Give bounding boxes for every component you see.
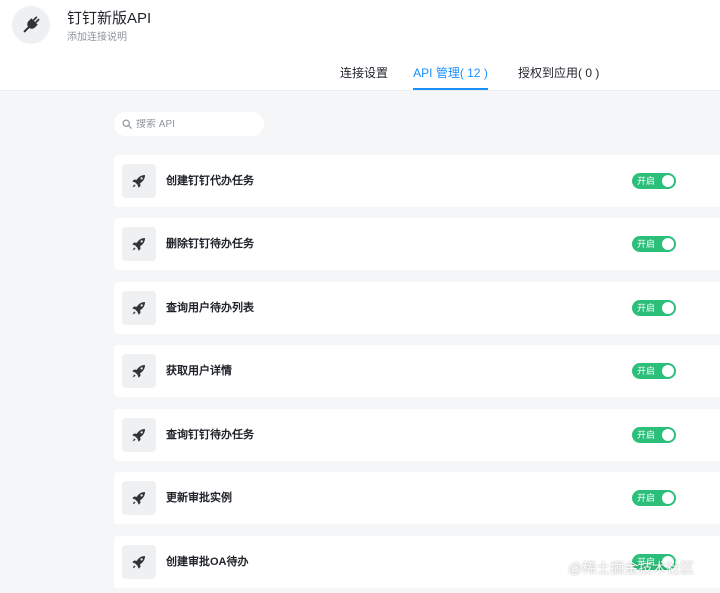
api-row[interactable]: 获取用户详情 开启 [114,345,720,397]
toggle-knob [662,302,674,314]
api-row[interactable]: 查询钉钉待办任务 开启 [114,409,720,461]
api-enable-toggle[interactable]: 开启 [632,490,676,506]
api-enable-toggle[interactable]: 开启 [632,363,676,379]
toggle-label: 开启 [637,239,656,249]
toggle-knob [662,492,674,504]
rocket-icon [132,302,145,315]
api-row[interactable]: 删除钉钉待办任务 开启 [114,218,720,270]
toggle-label: 开启 [637,303,656,313]
plug-icon [23,16,40,33]
api-name: 获取用户详情 [166,365,232,377]
api-name: 查询钉钉待办任务 [166,429,254,441]
toggle-knob [662,238,674,250]
tab-bar: 连接设置 API 管理( 12 ) 授权到应用( 0 ) [0,58,720,91]
api-enable-toggle[interactable]: 开启 [632,300,676,316]
rocket-icon [132,365,145,378]
api-name: 创建钉钉代办任务 [166,175,254,187]
api-icon-tile [122,354,156,388]
api-icon-tile [122,418,156,452]
toggle-label: 开启 [637,176,656,186]
toggle-knob [662,429,674,441]
app-header: 钉钉新版API 添加连接说明 连接设置 API 管理( 12 ) 授权到应用( … [0,0,720,91]
api-icon-tile [122,291,156,325]
search-icon [122,119,132,129]
api-name: 创建审批OA待办 [166,556,249,568]
api-name: 删除钉钉待办任务 [166,238,254,250]
api-icon-tile [122,227,156,261]
api-row[interactable]: 创建钉钉代办任务 开启 [114,155,720,207]
toggle-label: 开启 [637,430,656,440]
api-icon-tile [122,545,156,579]
rocket-icon [132,556,145,569]
api-enable-toggle[interactable]: 开启 [632,236,676,252]
toggle-knob [662,175,674,187]
toggle-knob [662,365,674,377]
watermark: @稀土掘金技术社区 [568,560,695,576]
api-enable-toggle[interactable]: 开启 [632,173,676,189]
search-input[interactable] [136,118,256,130]
app-title: 钉钉新版API [67,10,152,27]
rocket-icon [132,492,145,505]
rocket-icon [132,429,145,442]
tab-connection-settings[interactable]: 连接设置 [340,58,388,91]
app-connection-help-link[interactable]: 添加连接说明 [67,31,127,45]
api-name: 更新审批实例 [166,492,232,504]
rocket-icon [132,175,145,188]
search-box[interactable] [114,112,264,136]
api-name: 查询用户待办列表 [166,302,254,314]
rocket-icon [132,238,145,251]
app-avatar [12,6,50,44]
toggle-label: 开启 [637,366,656,376]
tab-api-management[interactable]: API 管理( 12 ) [413,58,488,91]
api-row[interactable]: 更新审批实例 开启 [114,472,720,524]
api-row[interactable]: 查询用户待办列表 开启 [114,282,720,334]
tab-authorized-apps[interactable]: 授权到应用( 0 ) [518,58,599,91]
api-icon-tile [122,164,156,198]
api-enable-toggle[interactable]: 开启 [632,427,676,443]
toggle-label: 开启 [637,493,656,503]
api-icon-tile [122,481,156,515]
